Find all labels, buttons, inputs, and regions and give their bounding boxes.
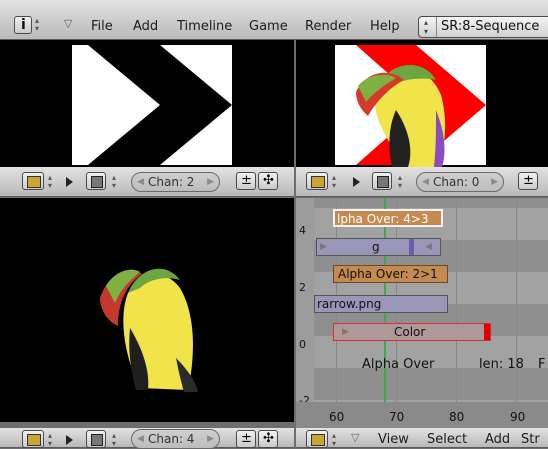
updown-icon: ▴ ▾ <box>48 173 53 190</box>
preview-top-right[interactable] <box>296 40 548 167</box>
strip-handle-right-icon <box>484 324 490 340</box>
plus-minus-icon: ± <box>241 173 252 188</box>
collapse-icon[interactable]: ▽ <box>351 431 359 444</box>
strip-alpha-over-4-3[interactable]: lpha Over: 4>3 <box>333 209 443 227</box>
menu-timeline[interactable]: Timeline <box>177 19 232 34</box>
image-icon <box>27 434 41 446</box>
pan-icon: ✣ <box>263 173 274 188</box>
image-icon <box>311 434 325 446</box>
menu-select[interactable]: Select <box>427 432 467 447</box>
channel-field[interactable]: ◀ Chan: 4 ▶ <box>131 429 220 449</box>
strip-image-rarrow[interactable]: rarrow.png <box>314 295 448 313</box>
collapse-icon[interactable]: ▽ <box>64 17 72 30</box>
bottom-header-right: ▴ ▾ ▽ View Select Add Str <box>296 428 548 448</box>
frame-label: 90 <box>510 410 526 424</box>
frame-label: 70 <box>389 410 405 424</box>
toucan-image <box>100 268 198 392</box>
info-icon: i <box>21 17 26 33</box>
sequencer-area[interactable] <box>296 198 548 428</box>
play-icon[interactable] <box>353 177 360 187</box>
strip-label: rarrow.png <box>317 297 382 311</box>
frame-label: 60 <box>329 410 345 424</box>
updown-icon: ▴ ▾ <box>48 431 53 448</box>
view-mode-button[interactable] <box>372 172 392 190</box>
strip-label: Alpha Over: 2>1 <box>338 267 438 281</box>
preview-top-left[interactable] <box>0 40 294 167</box>
image-type-button[interactable] <box>306 172 328 190</box>
sequence-icon <box>91 176 103 188</box>
info-button[interactable]: i <box>14 16 32 34</box>
menu-strip[interactable]: Str <box>521 432 540 447</box>
updown-icon: ▴ ▾ <box>112 431 117 448</box>
sequence-icon <box>91 434 103 446</box>
menu-add[interactable]: Add <box>485 432 510 447</box>
chevron-arrow-image <box>88 45 232 165</box>
strip-color[interactable]: ▶ Color <box>333 323 491 341</box>
updown-icon: ▴ ▾ <box>332 173 337 190</box>
strip-marker <box>409 239 414 255</box>
strip-alpha-over-2-1[interactable]: Alpha Over: 2>1 <box>333 265 448 283</box>
plus-minus-icon: ± <box>241 431 252 446</box>
scene-name: SR:8-Sequence <box>441 19 540 34</box>
strip-status-name: Alpha Over <box>362 357 435 372</box>
view-mode-button[interactable] <box>86 430 106 448</box>
view-mode-button[interactable] <box>86 172 106 190</box>
channel-field[interactable]: ◀ Chan: 0 ▶ <box>416 172 504 192</box>
menu-game[interactable]: Game <box>249 19 288 34</box>
frame-label: 80 <box>449 410 465 424</box>
image-type-button[interactable] <box>22 430 44 448</box>
menu-help[interactable]: Help <box>370 19 400 34</box>
updown-icon: ▴ ▾ <box>35 16 40 33</box>
play-icon[interactable] <box>66 435 73 445</box>
preview-bottom-left[interactable] <box>0 198 294 422</box>
pan-button[interactable]: ✣ <box>258 172 278 190</box>
top-header: i ▴ ▾ ▽ File Add Timeline Game Render Hel… <box>0 0 548 40</box>
channel-field[interactable]: ◀ Chan: 2 ▶ <box>131 172 220 192</box>
channel-label: 2 <box>299 281 306 294</box>
scene-browse-icon: ▴ ▾ <box>424 18 429 36</box>
bottom-header-left: ▴ ▾ ▴ ▾ ◀ Chan: 4 ▶ ± ✣ <box>0 428 294 449</box>
menu-render[interactable]: Render <box>305 19 351 34</box>
menu-add[interactable]: Add <box>133 19 158 34</box>
strip-image-g[interactable]: ▶ g ◀ <box>316 238 441 256</box>
sequence-icon <box>377 176 389 188</box>
strip-status-length: len: 18 <box>479 357 524 372</box>
channel-label: 0 <box>299 338 306 351</box>
updown-icon: ▴ ▾ <box>398 173 403 190</box>
preview-header-right: ▴ ▾ ▴ ▾ ◀ Chan: 0 ▶ ± <box>296 167 548 197</box>
pan-icon: ✣ <box>263 431 274 446</box>
strip-handle-right-icon: ◀ <box>425 242 432 252</box>
channel-label: 4 <box>299 224 306 237</box>
image-type-button[interactable] <box>22 172 44 190</box>
strip-label: lpha Over: 4>3 <box>337 212 429 226</box>
strip-handle-left-icon: ▶ <box>342 327 349 337</box>
strip-label: Color <box>394 325 426 339</box>
updown-icon: ▴ ▾ <box>112 173 117 190</box>
playhead[interactable] <box>384 198 386 428</box>
grid-line <box>336 198 337 428</box>
play-icon[interactable] <box>66 177 73 187</box>
zoom-button[interactable]: ± <box>518 172 538 190</box>
strip-label: g <box>372 240 380 254</box>
menu-file[interactable]: File <box>91 19 113 34</box>
grid-line <box>396 198 397 428</box>
image-icon <box>27 176 41 188</box>
image-icon <box>311 176 325 188</box>
editor-type-button[interactable] <box>306 430 328 448</box>
grid-line <box>456 198 457 428</box>
menu-view[interactable]: View <box>378 432 409 447</box>
strip-handle-left-icon: ▶ <box>320 242 327 252</box>
plus-minus-icon: ± <box>523 173 534 188</box>
updown-icon: ▴ ▾ <box>332 431 337 448</box>
toucan-over-arrow-image <box>335 45 486 167</box>
pan-button[interactable]: ✣ <box>258 430 278 448</box>
grid-line <box>516 198 517 428</box>
zoom-button[interactable]: ± <box>236 172 256 190</box>
scene-selector[interactable]: ▴ ▾ SR:8-Sequence <box>418 16 548 38</box>
zoom-button[interactable]: ± <box>236 430 256 448</box>
preview-header-left: ▴ ▾ ▴ ▾ ◀ Chan: 2 ▶ ± ✣ <box>0 167 294 197</box>
strip-status-extra: F <box>538 357 546 372</box>
